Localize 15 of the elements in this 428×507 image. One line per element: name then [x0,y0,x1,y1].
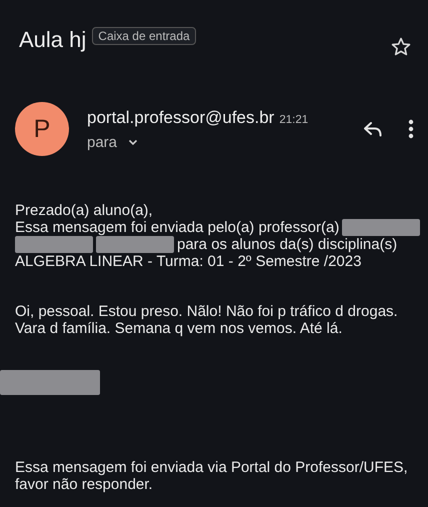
inbox-label[interactable]: Caixa de entrada [92,27,196,45]
message-paragraph: Essa mensagem foi enviada via Portal do Professor/UFES, favor não responder. [15,459,409,493]
message-text: Prezado(a) aluno(a), [15,202,153,219]
message-text: ALGEBRA LINEAR - Turma: 01 - 2º Semestre /2023 [15,253,362,270]
recipients-toggle[interactable]: para [87,134,140,150]
sender-avatar[interactable]: P [15,102,69,156]
message-paragraph: Oi, pessoal. Estou preso. Nãlo! Não foi p tráfico d drogas. Vara d família. Semana q vem nos vemos. Até lá. [15,303,399,337]
email-subject: Aula hj [19,27,86,53]
sender-address: portal.professor@ufes.br [87,108,274,128]
star-icon[interactable] [390,36,412,58]
more-options-icon[interactable] [408,119,414,139]
message-text: Essa mensagem foi enviada pelo(a) professor(a) [15,219,340,236]
reply-icon[interactable] [362,120,384,138]
message-text: para os alunos da(s) disciplina(s) [177,236,398,253]
sent-time: 21:21 [279,114,308,126]
